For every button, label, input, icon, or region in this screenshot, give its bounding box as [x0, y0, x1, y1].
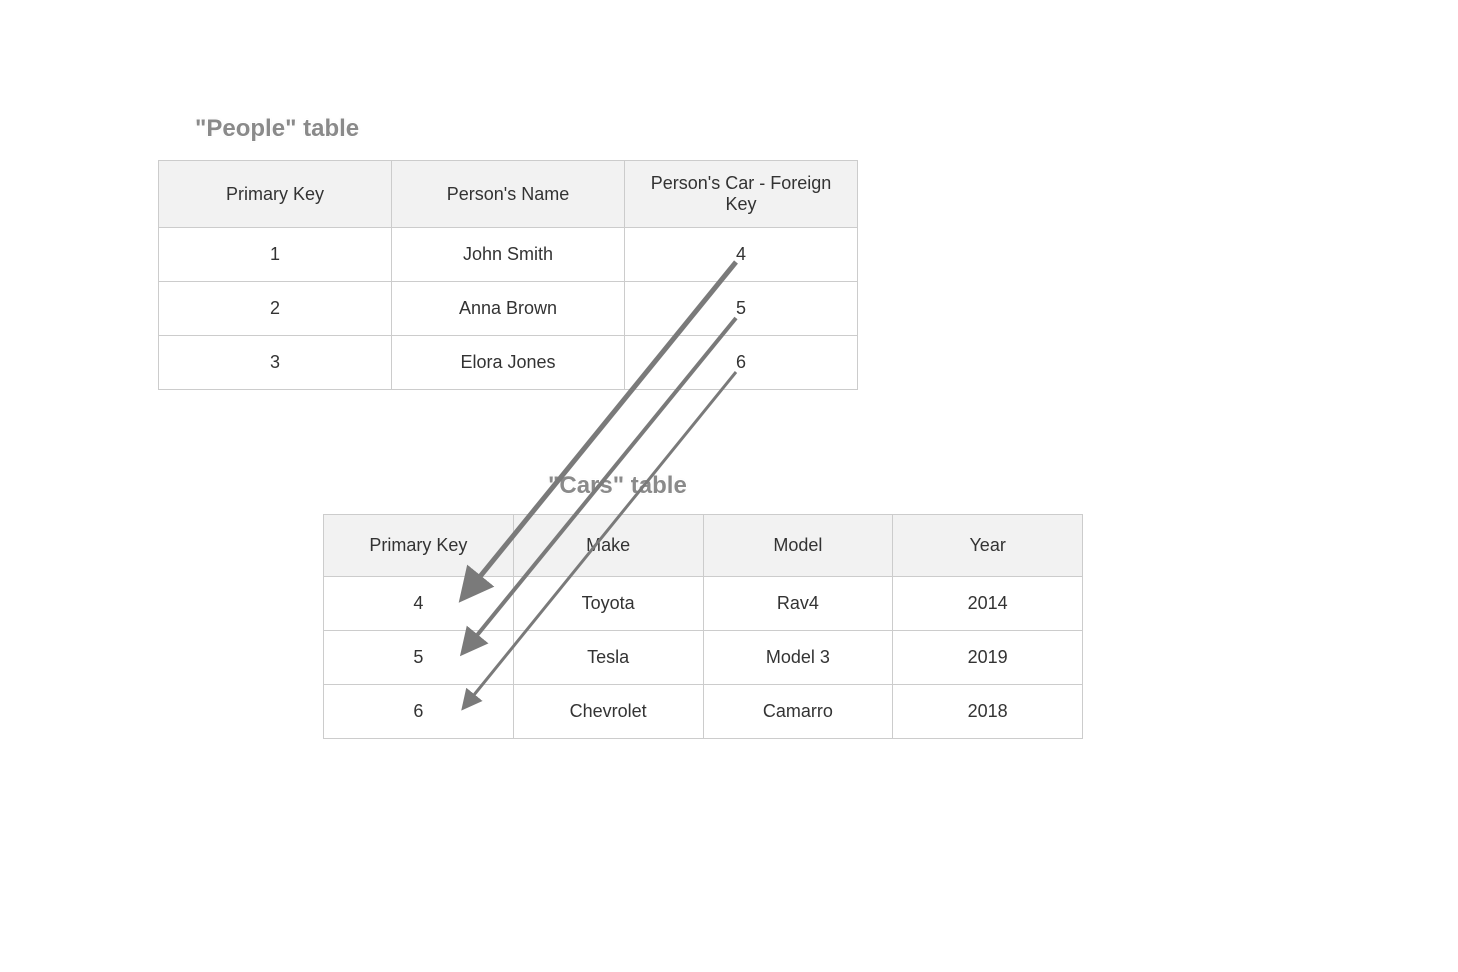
people-header-car-fk: Person's Car - Foreign Key: [625, 161, 858, 228]
people-cell-pk: 3: [159, 336, 392, 390]
people-cell-name: Anna Brown: [392, 282, 625, 336]
cars-header-pk: Primary Key: [324, 515, 514, 577]
cars-header-year: Year: [893, 515, 1083, 577]
cars-table: Primary Key Make Model Year 4 Toyota Rav…: [323, 514, 1083, 739]
people-cell-car-fk: 4: [625, 228, 858, 282]
people-table-title: "People" table: [195, 115, 359, 143]
cars-cell-make: Chevrolet: [513, 685, 703, 739]
people-cell-name: Elora Jones: [392, 336, 625, 390]
table-row: 3 Elora Jones 6: [159, 336, 858, 390]
cars-cell-pk: 4: [324, 577, 514, 631]
cars-cell-pk: 6: [324, 685, 514, 739]
cars-cell-make: Toyota: [513, 577, 703, 631]
table-row: 2 Anna Brown 5: [159, 282, 858, 336]
cars-table-header-row: Primary Key Make Model Year: [324, 515, 1083, 577]
people-cell-car-fk: 5: [625, 282, 858, 336]
cars-cell-model: Camarro: [703, 685, 893, 739]
cars-header-make: Make: [513, 515, 703, 577]
table-row: 1 John Smith 4: [159, 228, 858, 282]
table-row: 5 Tesla Model 3 2019: [324, 631, 1083, 685]
cars-cell-year: 2019: [893, 631, 1083, 685]
people-header-name: Person's Name: [392, 161, 625, 228]
cars-table-title: "Cars" table: [548, 472, 687, 500]
cars-cell-year: 2014: [893, 577, 1083, 631]
people-table-header-row: Primary Key Person's Name Person's Car -…: [159, 161, 858, 228]
people-cell-pk: 1: [159, 228, 392, 282]
people-header-pk: Primary Key: [159, 161, 392, 228]
cars-header-model: Model: [703, 515, 893, 577]
cars-cell-model: Rav4: [703, 577, 893, 631]
people-cell-car-fk: 6: [625, 336, 858, 390]
people-cell-name: John Smith: [392, 228, 625, 282]
table-row: 4 Toyota Rav4 2014: [324, 577, 1083, 631]
relationship-arrows: [0, 0, 1458, 972]
cars-cell-pk: 5: [324, 631, 514, 685]
people-cell-pk: 2: [159, 282, 392, 336]
cars-cell-year: 2018: [893, 685, 1083, 739]
cars-cell-make: Tesla: [513, 631, 703, 685]
people-table: Primary Key Person's Name Person's Car -…: [158, 160, 858, 390]
cars-cell-model: Model 3: [703, 631, 893, 685]
table-row: 6 Chevrolet Camarro 2018: [324, 685, 1083, 739]
